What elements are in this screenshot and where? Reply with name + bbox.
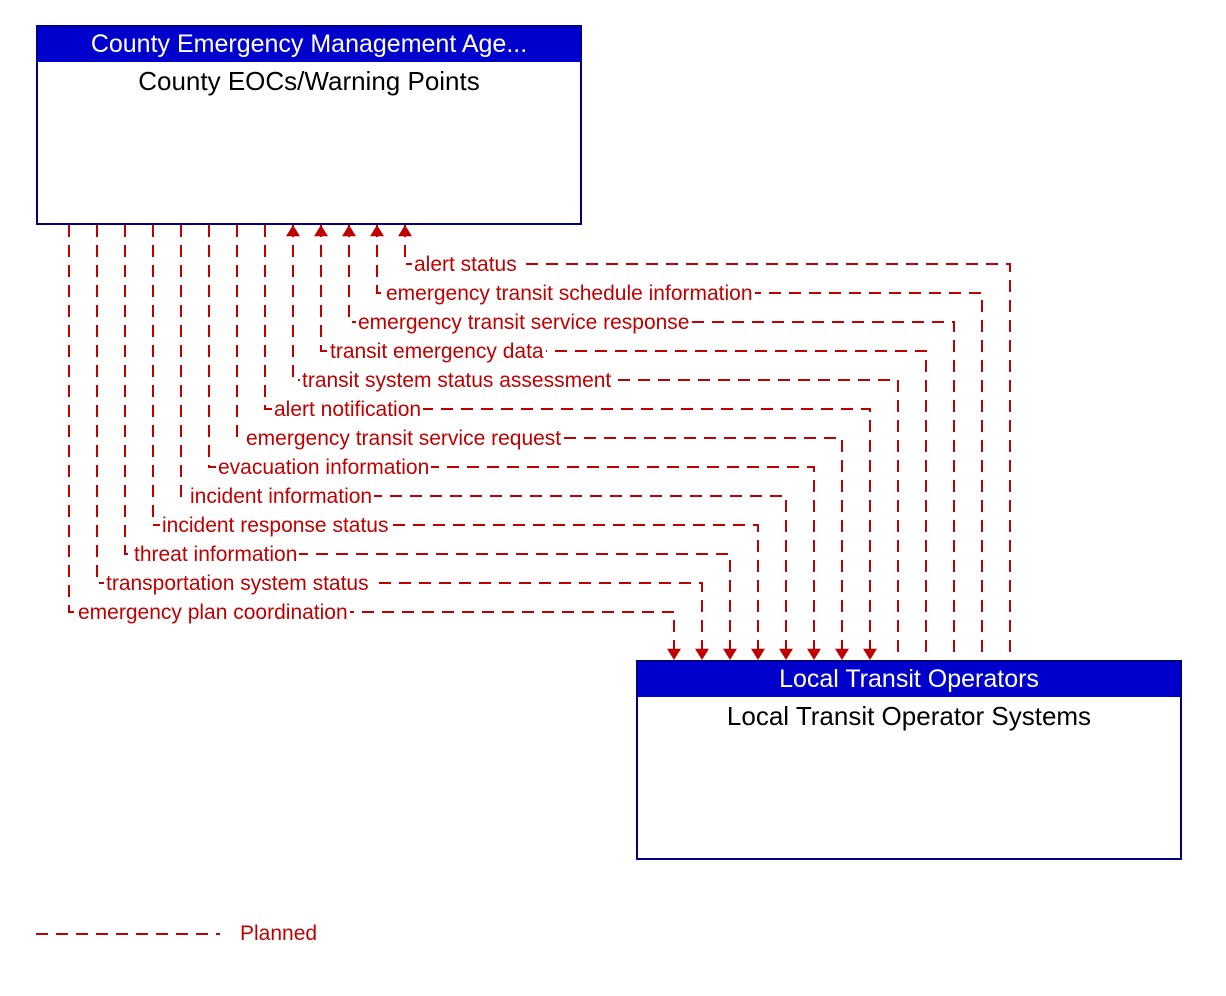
flow-label: alert notification: [272, 398, 423, 422]
node-local-transit: Local Transit Operators Local Transit Op…: [636, 660, 1182, 860]
node-county-eoc-header: County Emergency Management Age...: [38, 27, 580, 62]
flow-label: emergency transit service request: [244, 427, 563, 451]
node-county-eoc-body: County EOCs/Warning Points: [38, 62, 580, 101]
legend-label: Planned: [240, 922, 317, 946]
diagram-canvas: County Emergency Management Age... Count…: [0, 0, 1226, 996]
node-local-transit-body: Local Transit Operator Systems: [638, 697, 1180, 736]
flow-label: emergency transit schedule information: [384, 282, 755, 306]
flow-label: emergency transit service response: [356, 311, 691, 335]
flow-label: alert status: [412, 253, 519, 277]
node-local-transit-header: Local Transit Operators: [638, 662, 1180, 697]
flow-label: threat information: [132, 543, 299, 567]
flow-label: emergency plan coordination: [76, 601, 350, 625]
flow-label: transportation system status: [104, 572, 371, 596]
flow-label: incident information: [188, 485, 374, 509]
node-county-eoc: County Emergency Management Age... Count…: [36, 25, 582, 225]
flow-label: evacuation information: [216, 456, 431, 480]
flow-label: incident response status: [160, 514, 390, 538]
flow-label: transit system status assessment: [300, 369, 613, 393]
flow-label: transit emergency data: [328, 340, 546, 364]
